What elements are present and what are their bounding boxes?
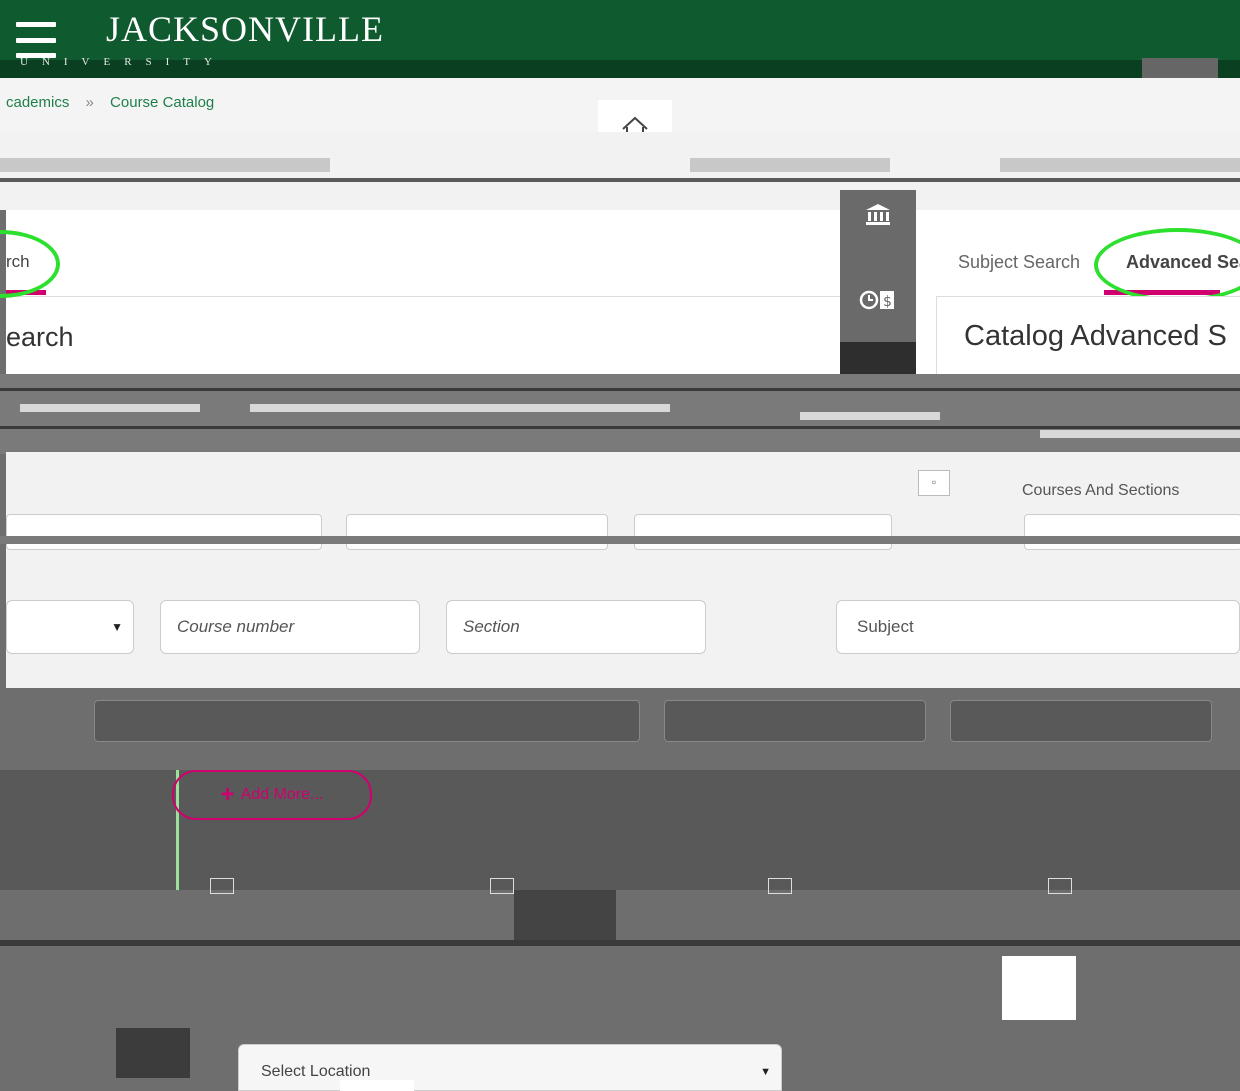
- bank-icon[interactable]: [840, 202, 916, 232]
- subject-input[interactable]: Subject: [836, 600, 1240, 654]
- ghost-section-input: [950, 700, 1212, 742]
- university-logo[interactable]: JACKSONVILLE: [106, 8, 384, 50]
- tab-advanced-search[interactable]: Advanced Sea: [1126, 252, 1240, 273]
- courses-and-sections-label: Courses And Sections: [1022, 482, 1180, 499]
- university-logo-subtitle: UNIVERSITY: [20, 56, 226, 68]
- white-strip: [340, 1080, 414, 1091]
- subject-placeholder: Subject: [857, 617, 914, 636]
- tab-search-left[interactable]: rch: [6, 252, 30, 272]
- add-more-label: Add More...: [240, 786, 324, 803]
- title-ghost-mid: [690, 158, 890, 172]
- hamburger-menu-icon[interactable]: [16, 22, 56, 58]
- dark-square: [116, 1028, 190, 1078]
- ghost-input-4: [1024, 514, 1240, 550]
- day-checkbox-4[interactable]: [1048, 878, 1078, 894]
- course-number-placeholder: Course number: [177, 617, 295, 636]
- location-select[interactable]: Select Location ▼: [238, 1044, 782, 1091]
- page: JACKSONVILLE UNIVERSITY cademics » Cours…: [0, 0, 1240, 1091]
- tab-subject-search[interactable]: Subject Search: [958, 252, 1080, 273]
- tab-active-underline: [1104, 290, 1220, 295]
- breadcrumb-separator: »: [85, 94, 94, 111]
- left-search-panel: [6, 210, 840, 376]
- title-row: [0, 132, 1240, 210]
- left-panel-divider: [6, 296, 840, 297]
- calendar-icon[interactable]: ▫: [918, 470, 950, 496]
- ghost-course-input: [664, 700, 926, 742]
- ghost-input-2: [346, 514, 608, 550]
- title-ghost-line: [0, 178, 1240, 182]
- plus-icon: +: [220, 781, 235, 808]
- location-select-value: Select Location: [261, 1062, 371, 1080]
- breadcrumb: cademics » Course Catalog: [6, 94, 214, 111]
- title-ghost-right: [1000, 158, 1240, 172]
- ghost-subject-select: [94, 700, 640, 742]
- add-more-button[interactable]: + Add More...: [172, 770, 372, 820]
- chevron-down-icon: ▼: [760, 1065, 771, 1078]
- white-block: [1002, 956, 1076, 1020]
- tab-active-underline-left: [6, 290, 46, 295]
- subject-dropdown[interactable]: ▼: [6, 600, 134, 654]
- ghost-input-3: [634, 514, 892, 550]
- dark-block: [514, 890, 616, 940]
- svg-text:$: $: [883, 294, 892, 310]
- title-ghost-left: [0, 158, 330, 172]
- breadcrumb-item-course-catalog[interactable]: Course Catalog: [110, 94, 214, 111]
- chevron-down-icon: ▼: [111, 620, 123, 634]
- section-placeholder: Section: [463, 617, 520, 636]
- side-rail-bottom: [840, 342, 916, 376]
- course-number-input[interactable]: Course number: [160, 600, 420, 654]
- left-panel-heading: earch: [6, 322, 74, 352]
- section-input[interactable]: Section: [446, 600, 706, 654]
- day-checkbox-3[interactable]: [768, 878, 798, 894]
- breadcrumb-item-academics[interactable]: cademics: [6, 94, 69, 111]
- clock-dollar-icon[interactable]: $: [840, 288, 916, 318]
- glitch-line-form: [0, 536, 1240, 544]
- day-checkbox-1[interactable]: [210, 878, 240, 894]
- catalog-advanced-search-heading: Catalog Advanced S: [964, 320, 1227, 352]
- glitch-band: [0, 374, 1240, 454]
- ghost-input-1: [6, 514, 322, 550]
- glitch-line-lower: [0, 940, 1240, 946]
